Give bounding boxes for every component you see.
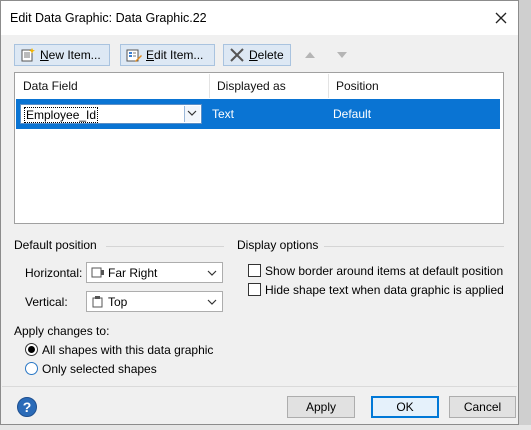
show-border-label[interactable]: Show border around items at default posi… [265,264,503,278]
triangle-down-icon [337,52,347,58]
apply-button[interactable]: Apply [287,396,355,418]
column-header-position[interactable]: Position [329,74,500,98]
data-items-grid: Data Field Displayed as Position Employe… [14,72,504,224]
new-item-icon [21,48,35,62]
table-row[interactable]: Employee_Id Text Default [16,99,500,129]
show-border-checkbox[interactable] [248,264,261,277]
chevron-down-icon [187,110,197,116]
hide-text-label[interactable]: Hide shape text when data graphic is app… [265,283,504,297]
horizontal-label: Horizontal: [25,266,83,280]
vertical-label: Vertical: [25,295,68,309]
cancel-button[interactable]: Cancel [449,396,516,418]
chevron-down-icon [207,270,217,276]
top-position-icon [92,296,103,308]
selected-shapes-label[interactable]: Only selected shapes [42,362,157,376]
position-cell: Default [333,107,372,121]
move-up-button[interactable] [303,49,317,61]
background-window-bottom [0,425,531,430]
new-item-button[interactable]: New Item... [14,44,110,66]
ok-button[interactable]: OK [371,396,439,418]
edit-item-icon [126,49,142,62]
edit-item-label: Edit Item... [146,48,204,62]
vertical-value: Top [108,295,128,309]
delete-button[interactable]: Delete [223,44,291,66]
horizontal-select[interactable]: Far Right [86,262,223,283]
displayed-as-cell: Text [212,107,235,121]
move-down-button[interactable] [335,49,349,61]
data-field-combo[interactable]: Employee_Id [20,104,202,124]
delete-icon [230,48,244,62]
horizontal-value: Far Right [108,266,158,280]
edit-item-button[interactable]: Edit Item... [120,44,215,66]
vertical-select[interactable]: Top [86,291,223,312]
background-window-edge [519,0,531,430]
chevron-down-icon [207,299,217,305]
all-shapes-radio[interactable] [25,343,38,356]
column-header-data-field[interactable]: Data Field [16,74,210,98]
delete-label: Delete [249,48,284,62]
display-options-heading: Display options [237,238,319,252]
help-icon: ? [22,399,32,415]
default-position-heading: Default position [14,238,97,252]
footer-divider [2,386,517,387]
title-bar: Edit Data Graphic: Data Graphic.22 [1,1,518,35]
new-item-label: New Item... [40,48,101,62]
hide-text-checkbox[interactable] [248,283,261,296]
default-position-divider [106,246,224,247]
all-shapes-label[interactable]: All shapes with this data graphic [42,343,213,357]
selected-shapes-radio[interactable] [25,362,38,375]
data-field-value: Employee_Id [24,107,99,123]
close-button[interactable] [486,3,516,33]
display-options-divider [324,246,504,247]
edit-data-graphic-dialog: Edit Data Graphic: Data Graphic.22 New I… [0,0,519,425]
triangle-up-icon [305,52,315,58]
column-header-displayed-as[interactable]: Displayed as [210,74,329,98]
apply-changes-heading: Apply changes to: [14,324,110,338]
help-button[interactable]: ? [17,397,37,417]
far-right-position-icon [91,267,104,278]
close-icon [495,12,507,24]
data-field-dropdown[interactable] [184,106,200,122]
dialog-title: Edit Data Graphic: Data Graphic.22 [10,11,207,25]
